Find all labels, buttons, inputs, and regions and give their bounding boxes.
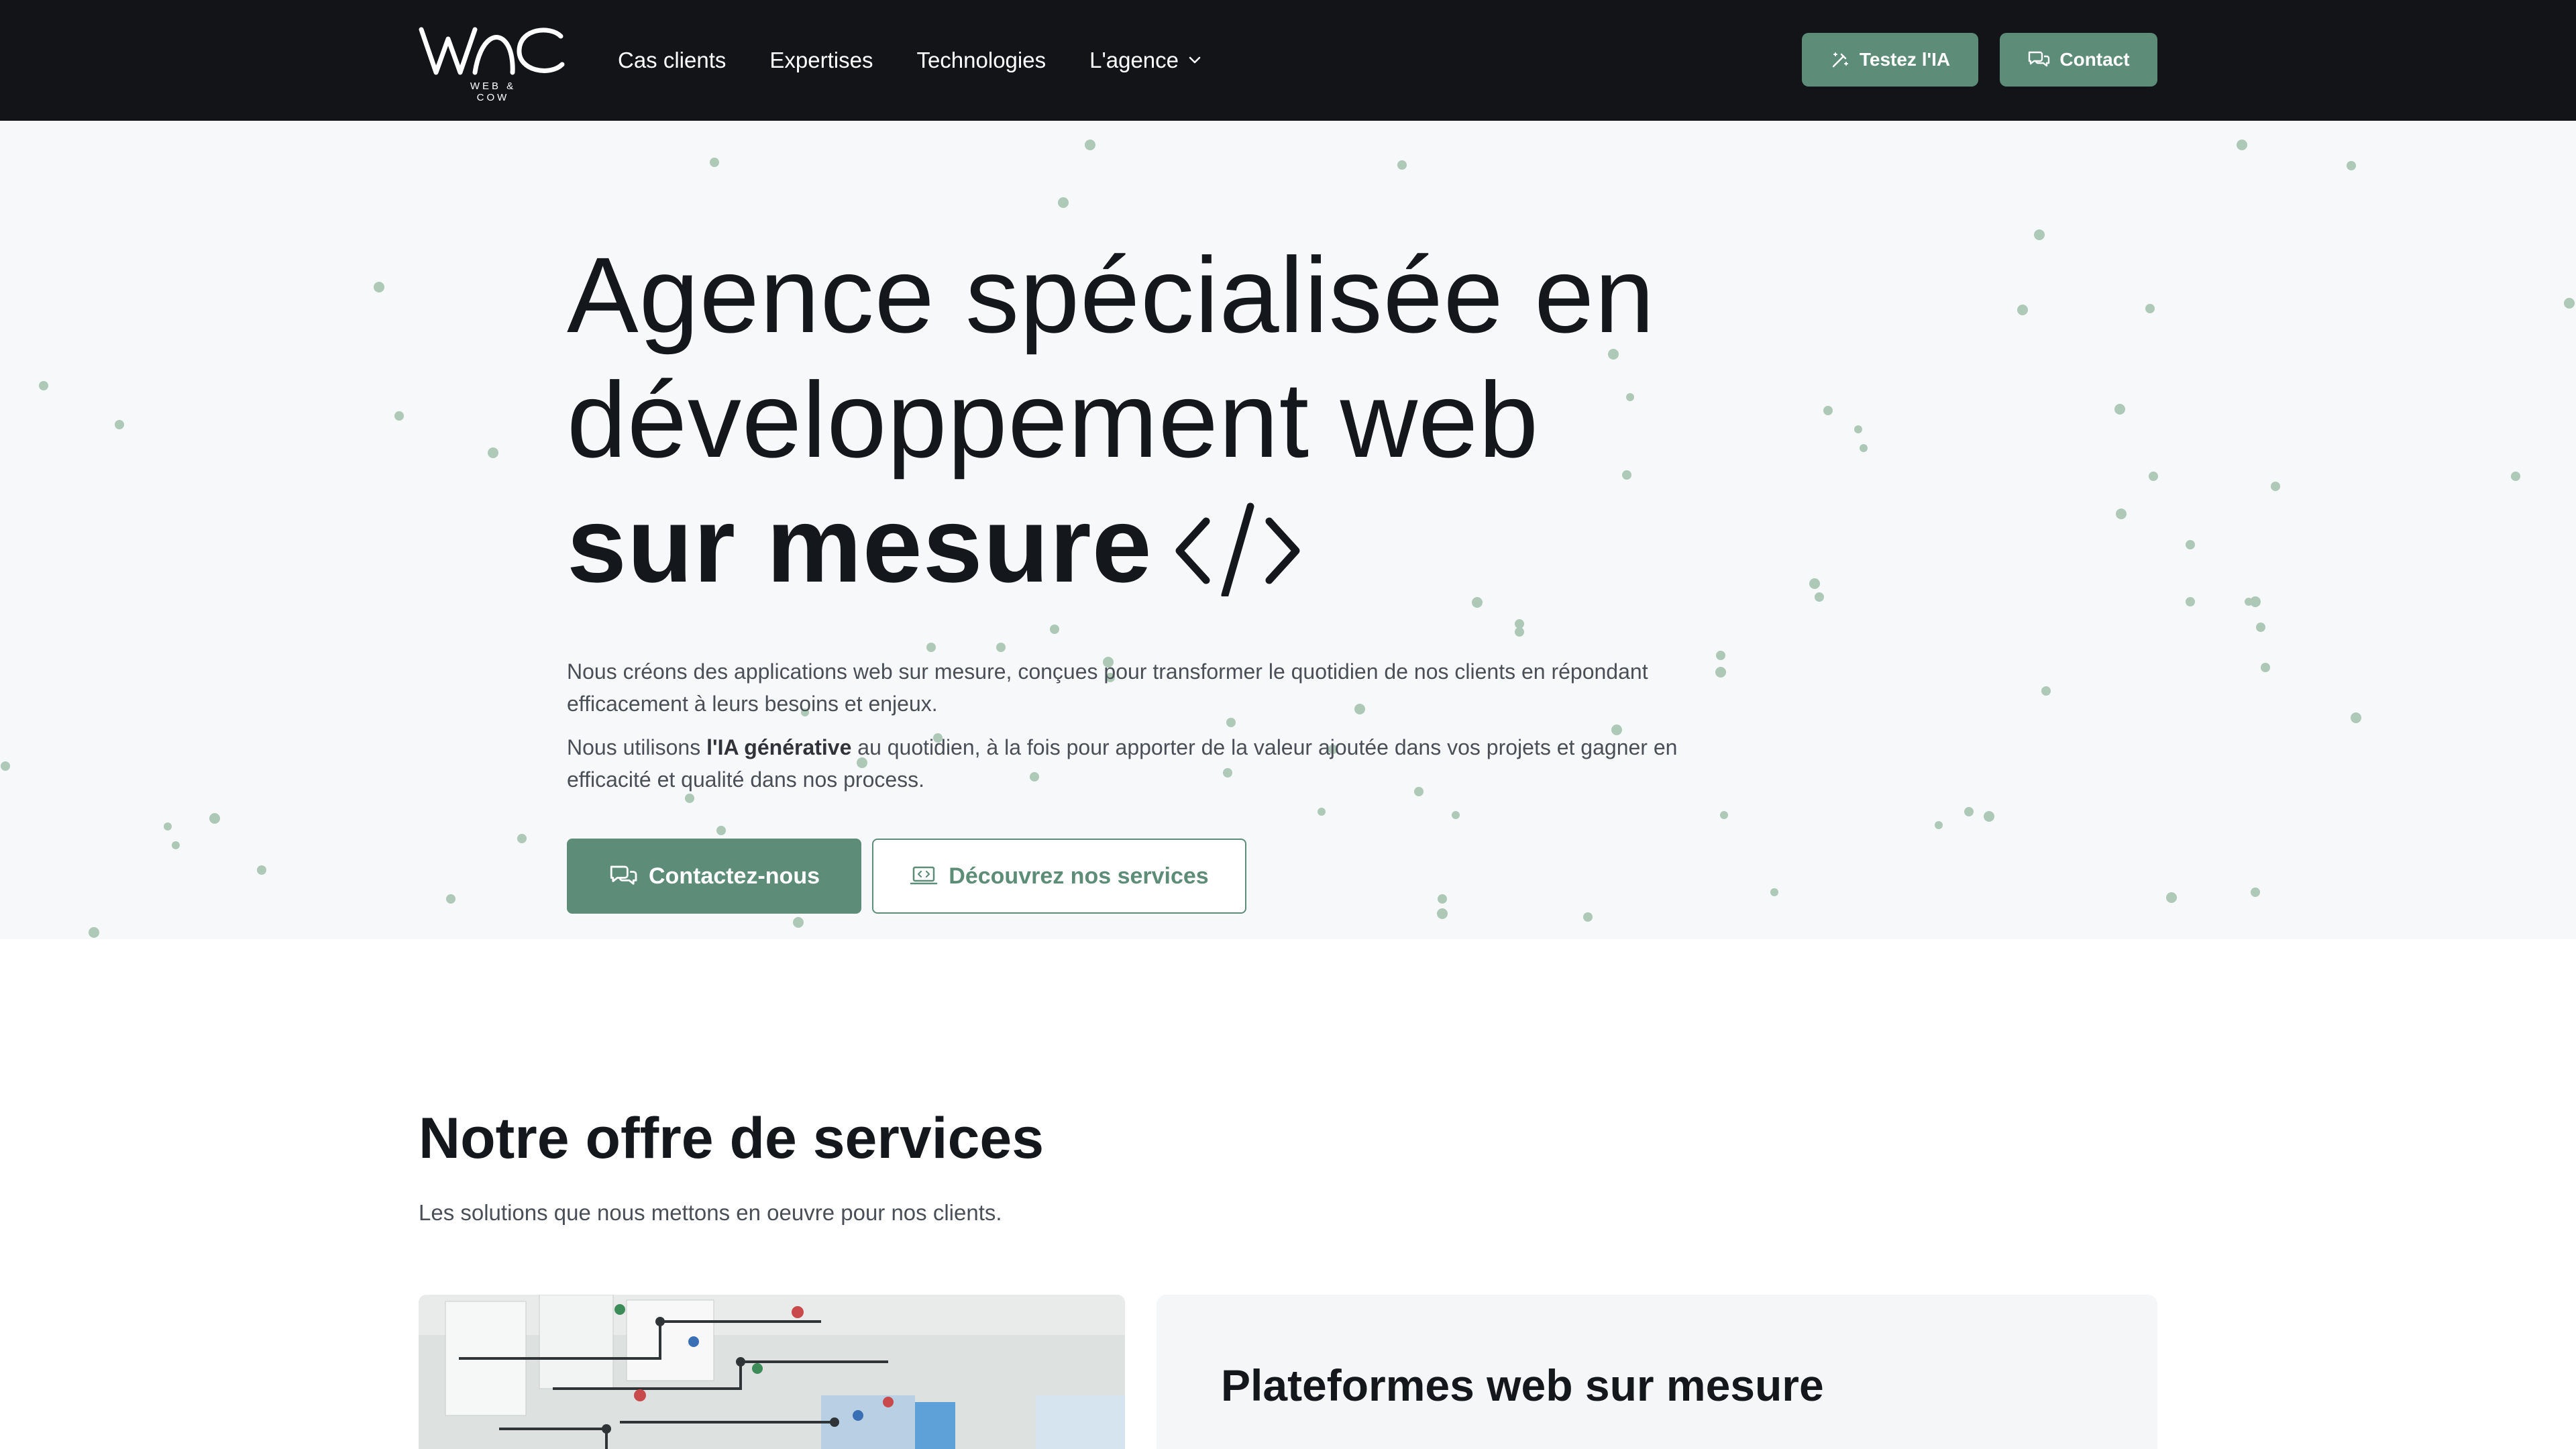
contact-us-button[interactable]: Contactez-nous (567, 839, 861, 914)
logo-subtitle: WEB & COW (470, 80, 517, 103)
hero-title-line-2: développement web (567, 360, 1540, 480)
hero-title-line-3: sur mesure (567, 484, 1152, 604)
nav-item-technologies[interactable]: Technologies (916, 48, 1046, 73)
test-ai-button-label: Testez l'IA (1859, 49, 1951, 70)
discover-services-button[interactable]: Découvrez nos services (872, 839, 1246, 914)
hero-section: Agence spécialisée en développement web … (0, 121, 2576, 939)
hero-title-line-1: Agence spécialisée en (567, 235, 1656, 355)
top-navigation-bar: WEB & COW Cas clients Expertises Technol… (0, 0, 2576, 121)
laptop-code-icon (910, 866, 938, 885)
contact-button-label: Contact (2059, 49, 2130, 70)
hero-title-line-3-wrapper: sur mesure (567, 482, 1841, 607)
nav-item-label: L'agence (1089, 48, 1179, 72)
service-photo (419, 1295, 1125, 1449)
nav-item-label: Technologies (916, 48, 1046, 72)
chat-bubbles-icon (2029, 51, 2050, 67)
hero-title: Agence spécialisée en développement web … (567, 233, 1841, 607)
discover-services-button-label: Découvrez nos services (949, 863, 1209, 889)
contact-button[interactable]: Contact (2000, 33, 2157, 87)
service-card-web-platforms[interactable]: Plateformes web sur mesure (1157, 1295, 2157, 1449)
nav-item-label: Cas clients (618, 48, 727, 72)
services-title: Notre offre de services (419, 1106, 1044, 1171)
nav-item-label: Expertises (769, 48, 873, 72)
chat-bubbles-icon (610, 865, 637, 885)
hero-paragraph-2-start: Nous utilisons (567, 735, 707, 759)
magic-wand-icon (1832, 52, 1848, 68)
services-subtitle: Les solutions que nous mettons en oeuvre… (419, 1200, 1002, 1225)
logo-mark (419, 27, 565, 75)
main-nav: Cas clients Expertises Technologies L'ag… (618, 0, 1245, 121)
nav-item-expertises[interactable]: Expertises (769, 48, 873, 73)
code-brackets-icon (1175, 502, 1300, 596)
test-ai-button[interactable]: Testez l'IA (1802, 33, 1978, 87)
hero-paragraph-2: Nous utilisons l'IA générative au quotid… (567, 731, 1734, 796)
hero-paragraph-1: Nous créons des applications web sur mes… (567, 659, 1648, 716)
service-card-title: Plateformes web sur mesure (1221, 1360, 1824, 1410)
nav-item-cas-clients[interactable]: Cas clients (618, 48, 726, 73)
chevron-down-icon (1189, 56, 1201, 64)
wac-logo[interactable]: WEB & COW (419, 24, 566, 103)
contact-us-button-label: Contactez-nous (649, 863, 820, 889)
hero-paragraph-2-highlight: l'IA générative (706, 735, 852, 759)
nav-item-agence-dropdown[interactable]: L'agence (1089, 48, 1201, 73)
office-wall-diagram-photo (419, 1295, 1125, 1449)
